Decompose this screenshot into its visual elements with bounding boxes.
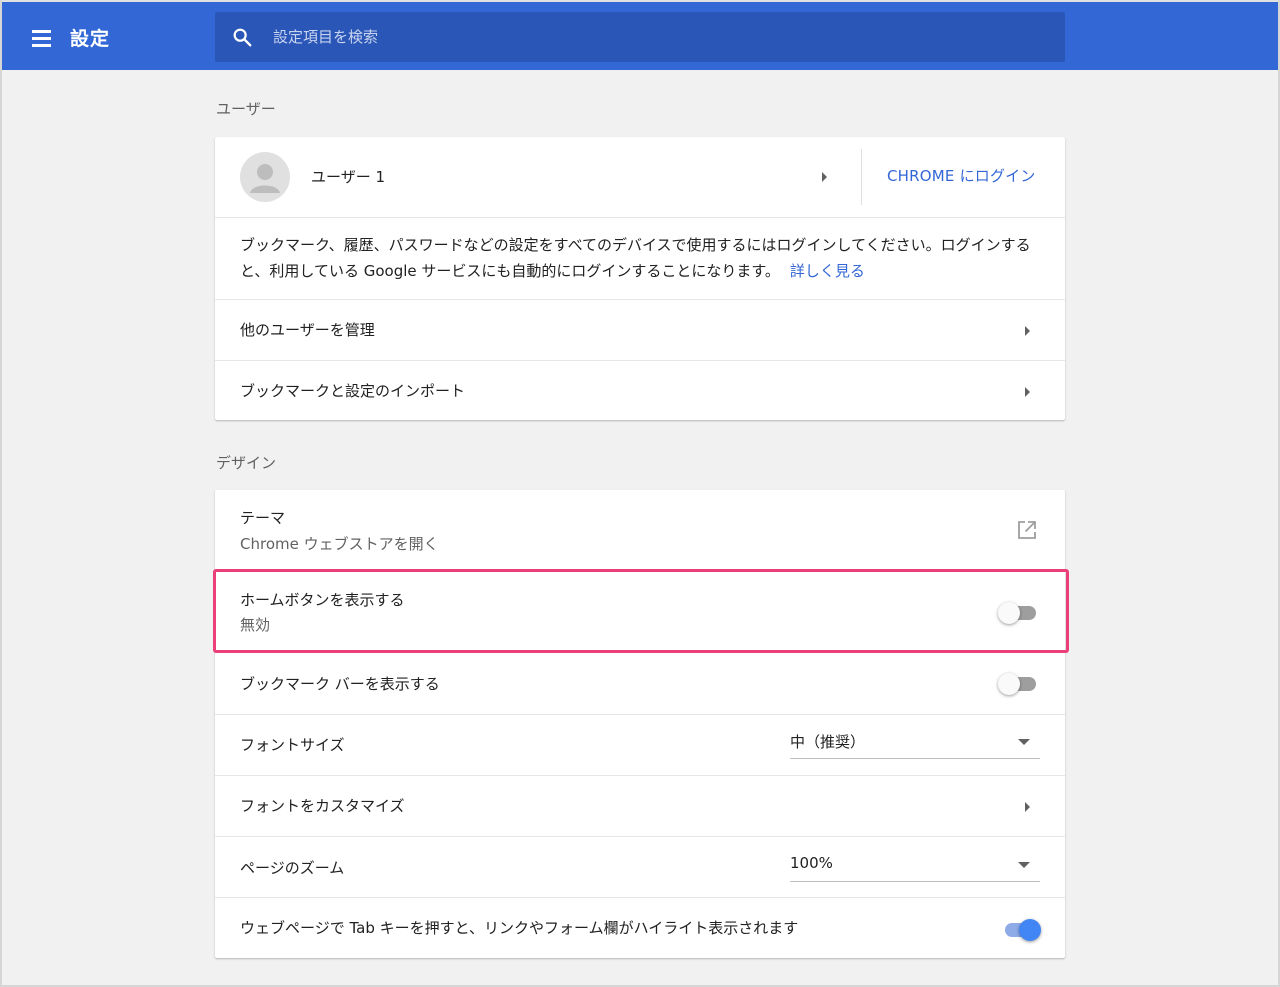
manage-users-row[interactable]: 他のユーザーを管理	[215, 299, 1065, 360]
bookmark-bar-row[interactable]: ブックマーク バーを表示する	[215, 652, 1065, 714]
tab-highlight-label: ウェブページで Tab キーを押すと、リンクやフォーム欄がハイライト表示されます	[240, 919, 799, 937]
section-title-design: デザイン	[216, 454, 277, 472]
theme-row[interactable]: テーマ Chrome ウェブストアを開く	[215, 490, 1065, 571]
theme-sublabel: Chrome ウェブストアを開く	[240, 535, 439, 553]
toggle-knob	[1019, 919, 1041, 941]
dropdown-arrow-icon	[1018, 862, 1030, 868]
sync-description-row: ブックマーク、履歴、パスワードなどの設定をすべてのデバイスで使用するにはログイン…	[215, 217, 1065, 299]
font-size-select[interactable]: 中（推奨）	[790, 725, 1040, 759]
user-name: ユーザー 1	[311, 168, 386, 186]
tab-highlight-row[interactable]: ウェブページで Tab キーを押すと、リンクやフォーム欄がハイライト表示されます	[215, 897, 1065, 958]
app-header: 設定	[0, 0, 1280, 70]
search-input[interactable]	[273, 22, 1033, 52]
customize-fonts-row[interactable]: フォントをカスタマイズ	[215, 775, 1065, 836]
font-size-value: 中（推奨）	[790, 733, 866, 751]
sync-description: ブックマーク、履歴、パスワードなどの設定をすべてのデバイスで使用するにはログイン…	[240, 232, 1040, 284]
section-title-users: ユーザー	[216, 100, 276, 118]
sync-description-text: ブックマーク、履歴、パスワードなどの設定をすべてのデバイスで使用するにはログイン…	[240, 236, 1031, 280]
chevron-right-icon	[1025, 387, 1030, 397]
page-zoom-select[interactable]: 100%	[790, 848, 1040, 882]
menu-icon[interactable]	[30, 26, 54, 50]
home-button-row[interactable]: ホームボタンを表示する 無効	[215, 571, 1065, 652]
tab-highlight-toggle[interactable]	[1001, 919, 1041, 941]
page-zoom-row: ページのズーム 100%	[215, 836, 1065, 897]
chevron-right-icon	[1025, 802, 1030, 812]
home-button-label: ホームボタンを表示する	[240, 591, 405, 609]
import-row[interactable]: ブックマークと設定のインポート	[215, 360, 1065, 420]
divider	[861, 149, 862, 205]
page-zoom-value: 100%	[790, 854, 833, 872]
users-card: ユーザー 1 CHROME にログイン ブックマーク、履歴、パスワードなどの設定…	[215, 137, 1065, 420]
chrome-login-button[interactable]: CHROME にログイン	[887, 165, 1036, 186]
toggle-knob	[998, 602, 1020, 624]
search-icon	[233, 28, 252, 47]
learn-more-link[interactable]: 詳しく見る	[790, 262, 865, 280]
design-card: テーマ Chrome ウェブストアを開く ホームボタンを表示する 無効 ブックマ…	[215, 490, 1065, 958]
page-title: 設定	[70, 28, 111, 50]
open-in-new-icon[interactable]	[1017, 520, 1037, 540]
avatar	[240, 152, 290, 202]
toggle-knob	[998, 673, 1020, 695]
bookmark-bar-label: ブックマーク バーを表示する	[240, 675, 440, 693]
user-row: ユーザー 1 CHROME にログイン	[215, 137, 1065, 217]
user-arrow-icon[interactable]	[822, 172, 827, 182]
search-box[interactable]	[215, 12, 1065, 62]
home-button-toggle[interactable]	[998, 602, 1036, 624]
import-label: ブックマークと設定のインポート	[240, 382, 466, 400]
customize-fonts-label: フォントをカスタマイズ	[240, 797, 405, 815]
home-button-status: 無効	[240, 616, 271, 634]
chevron-right-icon	[1025, 326, 1030, 336]
dropdown-arrow-icon	[1018, 739, 1030, 745]
theme-label: テーマ	[240, 509, 286, 527]
font-size-row: フォントサイズ 中（推奨）	[215, 714, 1065, 775]
person-icon	[250, 164, 280, 193]
manage-users-label: 他のユーザーを管理	[240, 321, 375, 339]
page-zoom-label: ページのズーム	[240, 859, 345, 877]
bookmark-bar-toggle[interactable]	[998, 673, 1036, 695]
font-size-label: フォントサイズ	[240, 736, 345, 754]
